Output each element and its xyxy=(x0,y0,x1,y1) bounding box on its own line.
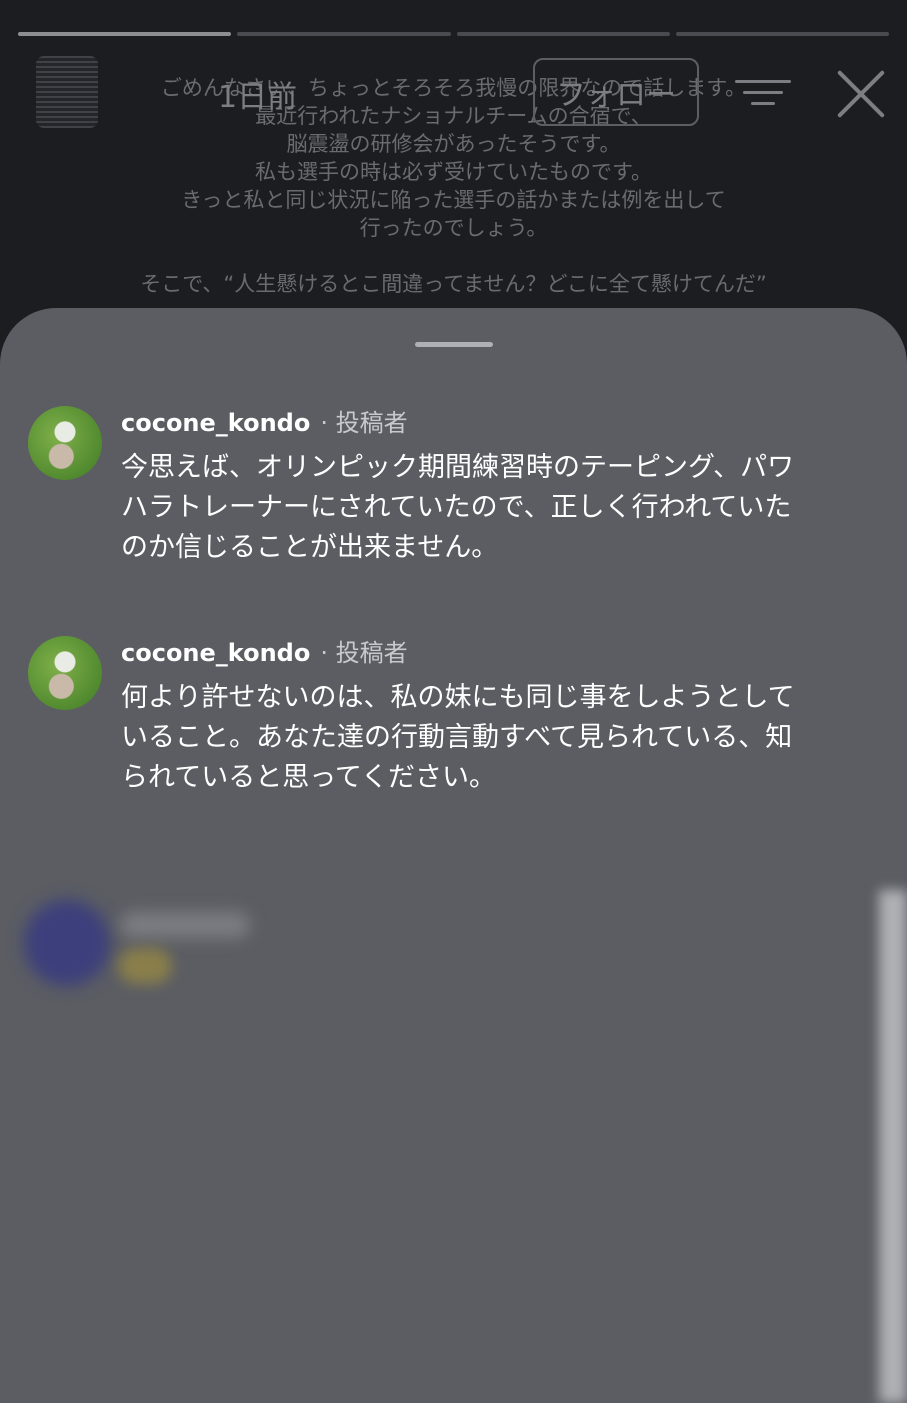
progress-segment xyxy=(456,32,670,36)
sheet-drag-handle[interactable] xyxy=(415,342,493,347)
story-time: 1日前 xyxy=(218,80,298,115)
progress-segment xyxy=(675,32,889,36)
blurred-avatar xyxy=(24,900,110,986)
follow-button[interactable]: フォロー xyxy=(533,58,699,126)
blurred-emoji xyxy=(118,948,172,984)
progress-segment xyxy=(237,32,451,36)
comment-header: cocone_kondo · 投稿者 xyxy=(121,408,408,438)
menu-icon[interactable] xyxy=(735,80,791,106)
comments-sheet: cocone_kondo · 投稿者 今思えば、オリンピック期間練習時のテーピング… xyxy=(0,308,907,1403)
story-author-avatar[interactable] xyxy=(36,56,98,128)
progress-segment xyxy=(18,32,232,36)
comment-username[interactable]: cocone_kondo xyxy=(121,639,310,667)
story-progress-bar xyxy=(18,32,889,36)
close-icon[interactable] xyxy=(835,68,887,120)
comment-text: 今思えば、オリンピック期間練習時のテーピング、パワハラトレーナーにされていたので… xyxy=(121,452,795,563)
blurred-comment xyxy=(0,890,907,1403)
comment-meta: · 投稿者 xyxy=(320,409,408,437)
commenter-avatar[interactable] xyxy=(28,636,102,710)
blurred-username xyxy=(120,912,250,938)
story-background: ごめんなさい、ちょっとそろそろ我慢の限界なので話します。 最近行われたナショナル… xyxy=(0,0,907,360)
comment-text: 何より許せないのは、私の妹にも同じ事をしようとしていること。あなた達の行動言動す… xyxy=(121,682,795,793)
story-text: ごめんなさい、ちょっとそろそろ我慢の限界なので話します。 最近行われたナショナル… xyxy=(140,76,767,296)
edge-fade xyxy=(879,890,907,1403)
commenter-avatar[interactable] xyxy=(28,406,102,480)
comment-meta: · 投稿者 xyxy=(320,639,408,667)
comment-username[interactable]: cocone_kondo xyxy=(121,409,310,437)
comment-header: cocone_kondo · 投稿者 xyxy=(121,638,408,668)
